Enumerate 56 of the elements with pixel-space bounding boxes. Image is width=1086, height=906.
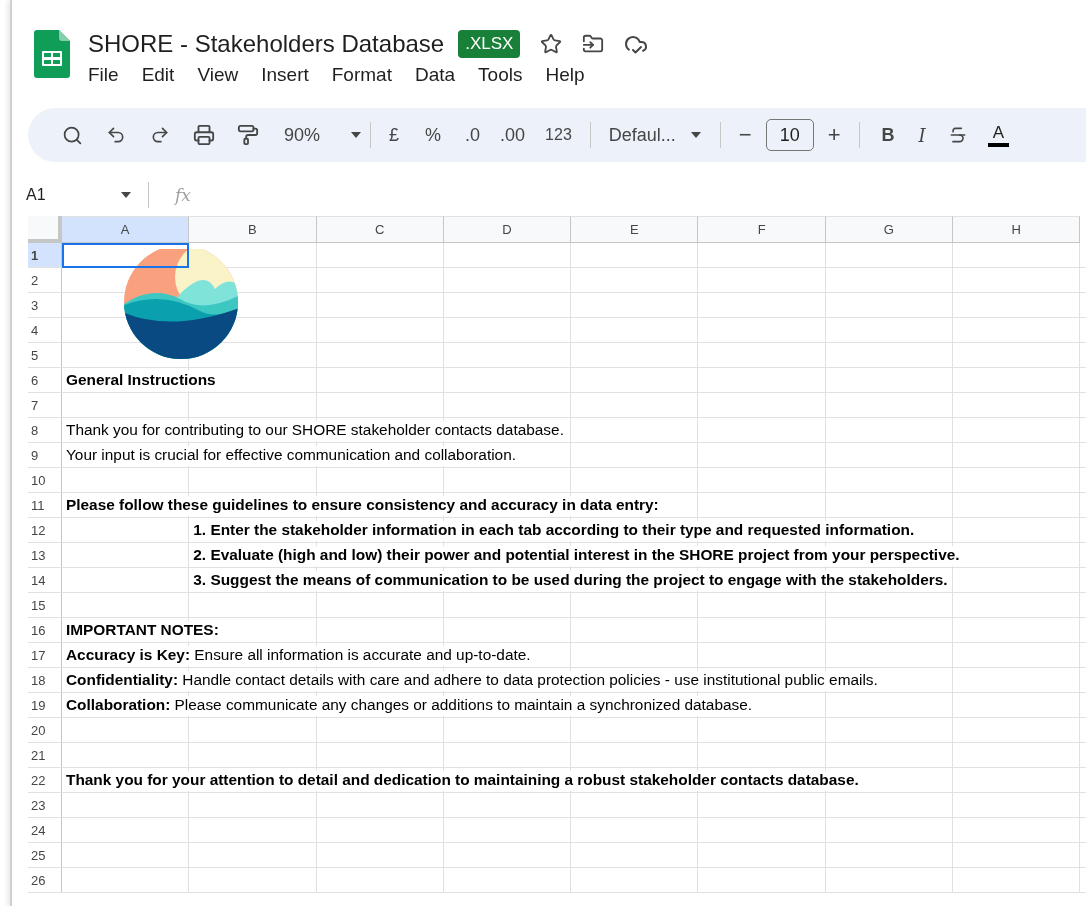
row-header[interactable]: 9: [28, 443, 62, 467]
row-header[interactable]: 23: [28, 793, 62, 817]
bold-button[interactable]: B: [871, 119, 905, 151]
row-header[interactable]: 26: [28, 868, 62, 892]
increase-font-size-button[interactable]: +: [817, 119, 851, 151]
row-header[interactable]: 7: [28, 393, 62, 417]
row-header[interactable]: 8: [28, 418, 62, 442]
column-header[interactable]: E: [571, 216, 699, 243]
active-cell[interactable]: [62, 243, 190, 268]
italic-button[interactable]: I: [908, 119, 936, 151]
sheets-logo-icon[interactable]: [34, 30, 70, 78]
row-header[interactable]: 2: [28, 268, 62, 292]
row-header[interactable]: 5: [28, 343, 62, 367]
row-header[interactable]: 21: [28, 743, 62, 767]
document-title[interactable]: SHORE - Stakeholders Database: [88, 30, 445, 58]
row-header[interactable]: 20: [28, 718, 62, 742]
menu-item[interactable]: Format: [331, 64, 392, 86]
column-header[interactable]: C: [316, 216, 444, 243]
row-header[interactable]: 6: [28, 368, 62, 392]
increase-decimals-button[interactable]: .00: [490, 119, 536, 151]
column-header[interactable]: H: [953, 216, 1081, 243]
decrease-decimals-button[interactable]: .0: [455, 119, 491, 151]
number-format-button[interactable]: 123: [535, 119, 582, 151]
file-type-badge: .XLSX: [458, 30, 521, 58]
formula-label: fx: [175, 185, 191, 205]
menu-item[interactable]: File: [88, 64, 119, 86]
zoom-caret-icon[interactable]: [350, 131, 363, 139]
menu-item[interactable]: Tools: [478, 64, 523, 86]
row-header[interactable]: 3: [28, 293, 62, 317]
percent-button[interactable]: %: [415, 119, 452, 151]
menu-item[interactable]: Data: [414, 64, 456, 86]
row-header[interactable]: 24: [28, 818, 62, 842]
menu-item[interactable]: Edit: [141, 64, 175, 86]
menu-item[interactable]: Help: [545, 64, 585, 86]
column-header[interactable]: A: [62, 216, 190, 243]
row-header[interactable]: 25: [28, 843, 62, 867]
column-header[interactable]: G: [825, 216, 954, 243]
column-header[interactable]: F: [698, 216, 826, 243]
row-header[interactable]: 22: [28, 768, 62, 792]
text-color-button[interactable]: A: [987, 123, 1010, 147]
column-header[interactable]: D: [443, 216, 572, 243]
row-header[interactable]: 4: [28, 318, 62, 342]
row-header[interactable]: 1: [28, 243, 62, 267]
menu-item[interactable]: Insert: [261, 64, 309, 86]
star-icon[interactable]: [540, 33, 563, 55]
currency-button[interactable]: £: [379, 119, 410, 151]
folder-move-icon[interactable]: [582, 33, 605, 55]
column-header[interactable]: B: [189, 216, 317, 243]
name-box[interactable]: A1: [26, 186, 112, 204]
name-box-caret-icon[interactable]: [120, 191, 132, 199]
decrease-font-size-button[interactable]: −: [728, 119, 762, 151]
font-select[interactable]: Defaul...: [598, 119, 690, 151]
font-size-field[interactable]: 10: [765, 119, 814, 151]
font-caret-icon[interactable]: [689, 131, 702, 139]
zoom-select[interactable]: 90%: [270, 119, 351, 151]
menu-item[interactable]: View: [197, 64, 239, 86]
